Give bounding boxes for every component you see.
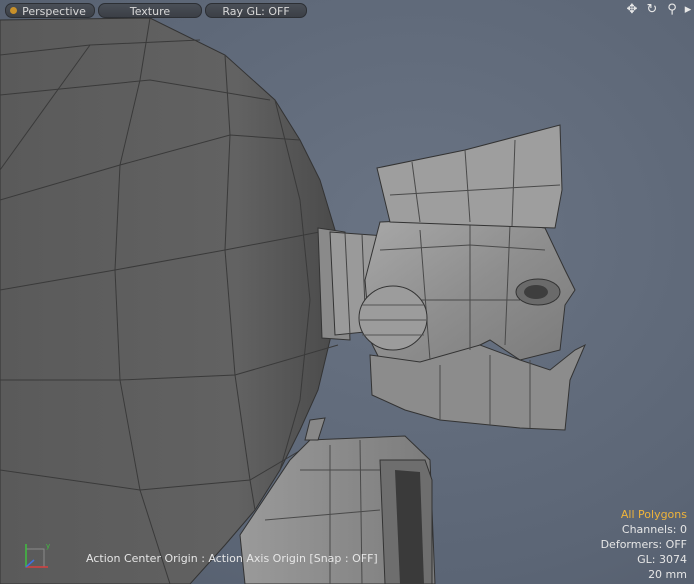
zoom-icon[interactable]: ⚲ — [664, 2, 680, 18]
move-icon[interactable]: ✥ — [624, 2, 640, 18]
gl-polycount: GL: 3074 — [637, 553, 687, 566]
ray-gl-label: Ray GL: OFF — [222, 5, 290, 18]
rotate-icon[interactable]: ↻ — [644, 2, 660, 18]
grid-scale: 20 mm — [648, 568, 687, 581]
texture-shading-button[interactable]: Texture — [98, 3, 202, 18]
viewport-info-overlay: All Polygons Channels: 0 Deformers: OFF … — [601, 507, 687, 582]
perspective-view-button[interactable]: Perspective — [5, 3, 95, 18]
viewport-menu-dot-icon[interactable] — [10, 7, 17, 14]
action-center-status: Action Center Origin : Action Axis Origi… — [86, 552, 378, 565]
viewport-nav-tools: ✥ ↻ ⚲ ▸ — [624, 2, 692, 18]
texture-label: Texture — [129, 5, 171, 18]
perspective-label: Perspective — [22, 5, 86, 18]
ray-gl-toggle-button[interactable]: Ray GL: OFF — [205, 3, 307, 18]
axis-gizmo-icon: y — [25, 542, 50, 568]
channels-count: Channels: 0 — [621, 523, 687, 536]
model-mesh[interactable] — [0, 0, 694, 584]
expand-arrow-icon[interactable]: ▸ — [684, 2, 692, 18]
deformers-status: Deformers: OFF — [600, 538, 687, 551]
3d-viewport[interactable]: Perspective Texture Ray GL: OFF ✥ ↻ ⚲ ▸ … — [0, 0, 694, 584]
svg-text:y: y — [46, 542, 50, 550]
selection-mode-label: All Polygons — [620, 508, 687, 521]
